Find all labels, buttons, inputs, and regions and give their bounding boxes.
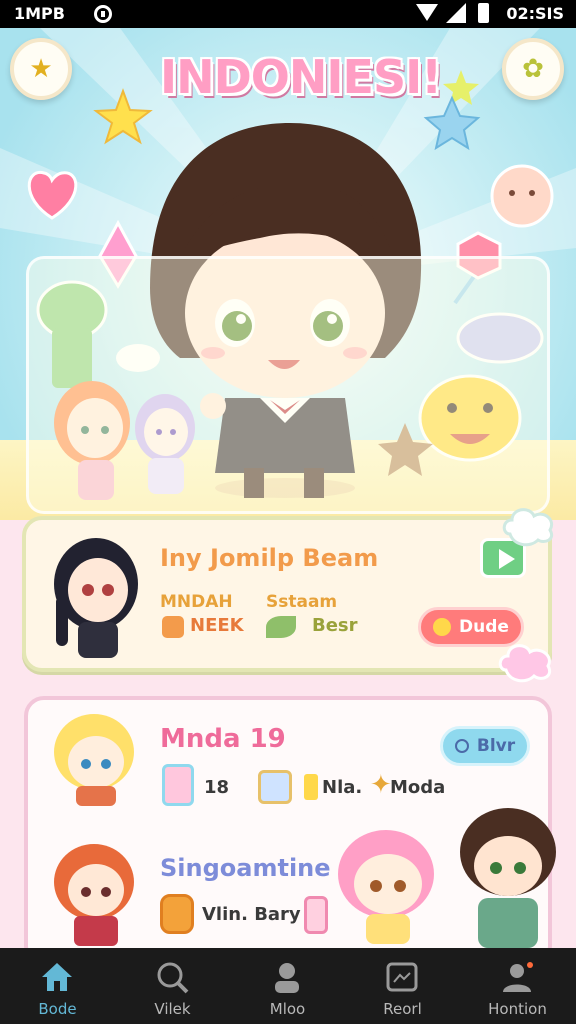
leaf-icon [266, 616, 296, 638]
bunny-icon [490, 164, 554, 228]
clock-icon [454, 739, 469, 753]
nav-item-bode[interactable]: Bode [0, 948, 115, 1024]
pink-cloud-sticker [498, 644, 551, 683]
nav-label: Hontion [488, 1000, 547, 1018]
card2-item2: Nla. [322, 777, 363, 798]
bag-icon [258, 770, 292, 804]
profile-icon [503, 962, 533, 992]
card1-avatar [54, 538, 138, 658]
nav-item-mloo[interactable]: Mloo [230, 948, 345, 1024]
signal-icon [446, 3, 466, 23]
nav-label: Bode [38, 1000, 77, 1018]
sparkle-icon: ✦ [370, 770, 392, 800]
calendar-icon [162, 616, 184, 638]
nav-label: Vilek [154, 1000, 191, 1018]
card1-title: Iny Jomilp Beam [160, 544, 379, 572]
nav-item-vilek[interactable]: Vilek [115, 948, 230, 1024]
sync-icon [94, 5, 112, 23]
card2-avatar-2 [54, 844, 134, 946]
trophy-icon: ★ [29, 54, 53, 84]
pink-hair-character [338, 830, 434, 944]
leaf-button[interactable]: ✿ [502, 38, 564, 100]
photo-icon [386, 962, 418, 992]
card2-item4: Vlin. Bary [202, 904, 301, 925]
blvr-button-label: Blvr [476, 736, 516, 756]
page-title: INDONIESI! [160, 50, 442, 104]
jar-icon [162, 764, 194, 806]
smile-icon [433, 618, 452, 636]
bottle-icon [304, 774, 318, 800]
hero-panel [26, 256, 550, 514]
trophy-button[interactable]: ★ [10, 38, 72, 100]
card2-title: Mnda 19 [160, 724, 286, 754]
cloud-sticker [502, 508, 553, 547]
home-icon [42, 963, 72, 991]
card1-stat1-sub: NEEK [190, 615, 244, 636]
card2-subtitle: Singoamtine [160, 854, 331, 882]
card1-stat2-sub: Besr [312, 615, 358, 636]
card2-avatar-1 [54, 714, 134, 806]
wifi-icon [416, 4, 438, 21]
bottom-nav: Bode Vilek Mloo Reorl Hontion [0, 948, 576, 1024]
card2-item3: Moda [390, 777, 446, 798]
drink-icon [304, 896, 328, 934]
honey-jar-icon [160, 894, 194, 934]
nav-item-reorl[interactable]: Reorl [345, 948, 460, 1024]
blvr-button[interactable]: Blvr [440, 726, 530, 766]
battery-icon [478, 3, 489, 23]
status-bar: 1MPB 02:SIS [0, 0, 576, 28]
nav-item-hontion[interactable]: Hontion [460, 948, 575, 1024]
nav-label: Mloo [269, 1000, 306, 1018]
user-icon [275, 963, 299, 993]
carrier-label: 1MPB [14, 4, 65, 23]
nav-label: Reorl [383, 1000, 422, 1018]
boy-character [460, 808, 556, 948]
dude-button-label: Dude [459, 617, 509, 637]
search-icon [157, 962, 189, 994]
card1-stat2: Sstaam [266, 592, 338, 612]
card1-stat1: MNDAH [160, 592, 233, 612]
card2-item1: 18 [204, 777, 230, 798]
clock: 02:SIS [506, 4, 564, 23]
leaf-icon: ✿ [522, 54, 544, 84]
